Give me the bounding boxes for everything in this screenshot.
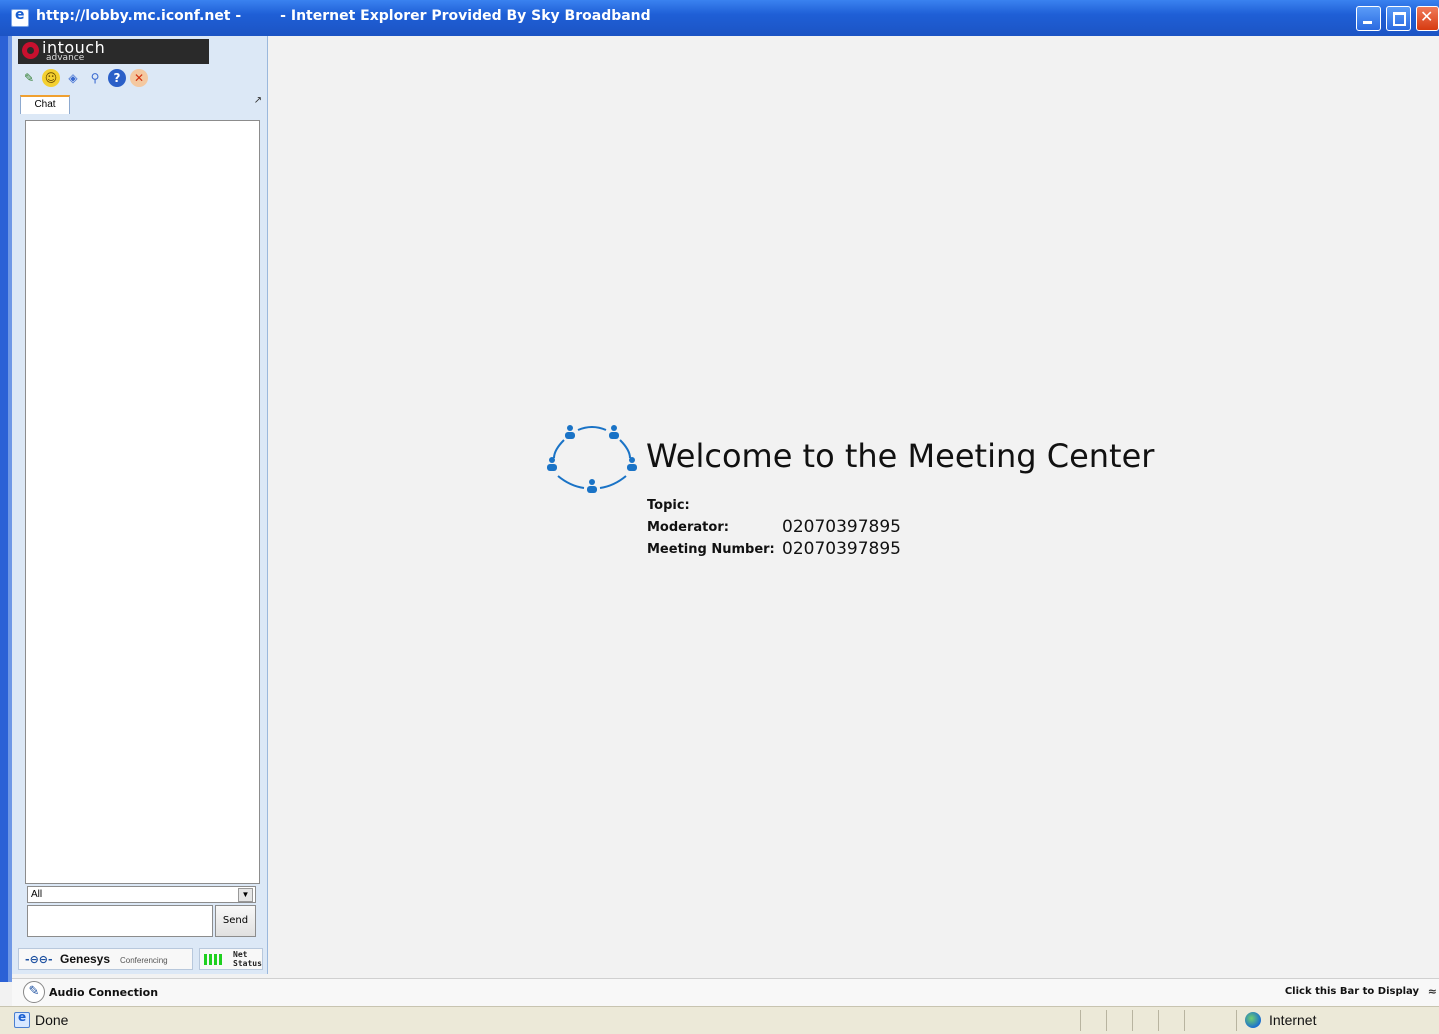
welcome-title: Welcome to the Meeting Center xyxy=(646,437,1155,475)
brand-name: Genesys xyxy=(60,952,111,966)
status-divider xyxy=(1080,1010,1081,1031)
audio-connection-label: Audio Connection xyxy=(49,986,159,999)
help-icon[interactable]: ? xyxy=(108,69,126,87)
net-status-indicator[interactable]: Net Status xyxy=(199,948,263,970)
minimize-button[interactable] xyxy=(1356,6,1381,31)
meeting-number-label: Meeting Number: xyxy=(647,542,775,557)
status-divider xyxy=(1158,1010,1159,1031)
magnifier-icon[interactable]: ⚲ xyxy=(86,69,104,87)
chat-message-input[interactable] xyxy=(27,905,213,937)
genesys-logo: -⊖⊖- Genesys Conferencing xyxy=(18,948,193,970)
tools-icon[interactable]: ✎ xyxy=(20,69,38,87)
status-divider xyxy=(1132,1010,1133,1031)
send-button[interactable]: Send xyxy=(215,905,256,937)
restore-button[interactable] xyxy=(1386,6,1411,31)
net-status-label: Net Status xyxy=(233,950,262,968)
security-zone: Internet xyxy=(1269,1012,1317,1028)
chat-messages[interactable] xyxy=(25,120,260,884)
chat-sidebar: intouch advance ✎ ☺ ◈ ⚲ ? ✕ Chat ↗ All ▼… xyxy=(12,36,268,974)
brand-subtext: Conferencing xyxy=(120,956,168,965)
window-left-border xyxy=(0,36,12,982)
status-bar: Done Internet xyxy=(0,1006,1439,1034)
status-text: Done xyxy=(35,1012,69,1028)
audio-connection-bar[interactable]: ✎ Audio Connection Click this Bar to Dis… xyxy=(12,978,1439,1007)
exit-icon[interactable]: ✕ xyxy=(130,69,148,87)
page-icon xyxy=(14,1010,30,1028)
status-divider xyxy=(1184,1010,1185,1031)
window-title: http://lobby.mc.iconf.net - - Internet E… xyxy=(36,8,651,24)
title-bar[interactable]: http://lobby.mc.iconf.net - - Internet E… xyxy=(0,0,1439,36)
topic-label: Topic: xyxy=(647,498,690,513)
moderator-label: Moderator: xyxy=(647,520,729,535)
meeting-number-value: 02070397895 xyxy=(782,539,901,559)
phone-icon[interactable]: ✎ xyxy=(23,981,45,1003)
logo-mark xyxy=(22,42,39,59)
sidebar-toolbar: ✎ ☺ ◈ ⚲ ? ✕ xyxy=(20,69,148,89)
recipient-value: All xyxy=(31,889,43,900)
moderator-value: 02070397895 xyxy=(782,517,901,537)
chevron-down-icon[interactable]: ▼ xyxy=(238,888,253,902)
signal-bars-icon xyxy=(204,954,222,965)
recipient-dropdown[interactable]: All ▼ xyxy=(27,886,256,903)
logo-subtext: advance xyxy=(46,53,85,63)
chevron-up-icon[interactable]: ≈ xyxy=(1428,985,1437,998)
tab-chat[interactable]: Chat xyxy=(20,95,70,114)
smiley-icon[interactable]: ☺ xyxy=(42,69,60,87)
ie-icon[interactable] xyxy=(11,7,29,27)
popout-icon[interactable]: ↗ xyxy=(252,95,264,107)
status-divider xyxy=(1106,1010,1107,1031)
meeting-circle-icon xyxy=(547,425,637,493)
stamp-icon[interactable]: ◈ xyxy=(64,69,82,87)
intouch-logo: intouch advance xyxy=(18,38,209,64)
genesys-link-icon: -⊖⊖- xyxy=(25,953,53,966)
display-hint: Click this Bar to Display xyxy=(1284,986,1419,997)
close-button[interactable] xyxy=(1416,6,1439,31)
status-divider xyxy=(1236,1010,1237,1031)
globe-icon xyxy=(1245,1012,1261,1028)
